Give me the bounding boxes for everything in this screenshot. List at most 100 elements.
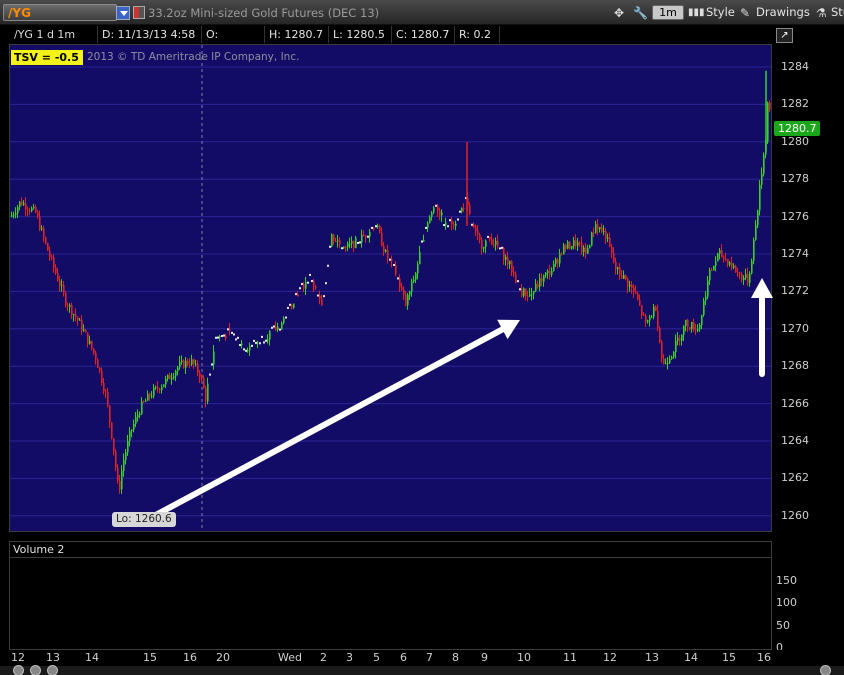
up-candle xyxy=(441,212,443,216)
down-candle xyxy=(193,359,195,365)
up-candle xyxy=(523,288,525,296)
up-candle xyxy=(713,265,715,271)
up-candle xyxy=(427,223,429,228)
up-candle xyxy=(171,377,173,380)
down-candle xyxy=(335,241,337,243)
down-candle xyxy=(339,240,341,245)
up-candle xyxy=(213,351,215,365)
down-candle xyxy=(157,386,159,389)
down-candle xyxy=(49,250,51,257)
down-candle xyxy=(77,317,79,321)
down-candle xyxy=(597,224,599,230)
flat-bar xyxy=(389,258,391,261)
down-candle xyxy=(81,319,83,331)
down-candle xyxy=(53,257,55,268)
flat-bar xyxy=(517,280,519,283)
down-candle xyxy=(721,250,723,258)
time-tick-label: 13 xyxy=(46,651,60,664)
up-candle xyxy=(349,243,351,245)
up-candle xyxy=(33,206,35,209)
time-axis[interactable]: 12 13 14 15 16 20 Wed 2 3 5 6 7 8 9 10 11 12 13 14 15 16 xyxy=(0,650,844,666)
up-candle xyxy=(249,345,251,351)
up-candle xyxy=(343,246,345,249)
down-candle xyxy=(29,210,31,212)
down-candle xyxy=(183,360,185,368)
down-candle xyxy=(97,359,99,368)
up-candle xyxy=(89,341,91,344)
down-candle xyxy=(199,372,201,378)
up-candle xyxy=(607,237,609,240)
down-candle xyxy=(695,329,697,331)
down-candle xyxy=(521,289,523,296)
flat-bar xyxy=(273,325,275,328)
up-candle xyxy=(709,269,711,281)
flat-bar xyxy=(261,335,263,338)
up-candle xyxy=(683,325,685,335)
down-candle xyxy=(473,224,475,228)
up-candle xyxy=(411,281,413,292)
up-candle xyxy=(337,240,339,242)
volume-chart[interactable] xyxy=(9,558,772,650)
flat-bar xyxy=(519,288,521,291)
zoom-in-icon[interactable] xyxy=(30,665,41,675)
up-candle xyxy=(673,352,675,357)
down-candle xyxy=(747,273,749,283)
up-candle xyxy=(135,417,137,424)
flat-bar xyxy=(371,226,373,229)
down-candle xyxy=(35,206,37,213)
down-candle xyxy=(731,262,733,268)
up-candle xyxy=(257,342,259,344)
down-candle xyxy=(205,387,207,402)
up-candle xyxy=(17,206,19,214)
up-candle xyxy=(181,360,183,363)
down-candle xyxy=(463,208,465,210)
volume-tick-label: 50 xyxy=(776,618,790,632)
flat-bar xyxy=(357,241,359,244)
flat-bar xyxy=(227,328,229,331)
zoom-out-icon[interactable] xyxy=(13,665,24,675)
up-candle xyxy=(699,325,701,329)
up-candle xyxy=(445,222,447,226)
down-candle xyxy=(575,240,577,246)
down-candle xyxy=(321,298,323,306)
down-candle xyxy=(399,278,401,288)
up-candle xyxy=(69,305,71,307)
up-candle xyxy=(83,329,85,331)
down-candle xyxy=(627,278,629,287)
down-candle xyxy=(401,287,403,290)
down-candle xyxy=(613,252,615,262)
up-candle xyxy=(577,242,579,246)
settings-icon[interactable] xyxy=(820,665,831,675)
flat-bar xyxy=(329,245,331,248)
down-candle xyxy=(169,375,171,380)
up-candle xyxy=(409,291,411,295)
up-candle xyxy=(141,401,143,414)
down-candle xyxy=(493,244,495,246)
down-candle xyxy=(481,240,483,249)
up-candle xyxy=(717,253,719,262)
down-candle xyxy=(639,299,641,306)
down-candle xyxy=(25,203,27,210)
down-candle xyxy=(489,236,491,240)
flat-bar xyxy=(309,273,311,276)
up-candle xyxy=(417,264,419,274)
up-candle xyxy=(351,241,353,244)
up-candle xyxy=(455,223,457,227)
flat-bar xyxy=(375,225,377,228)
down-candle xyxy=(741,274,743,280)
flat-bar xyxy=(295,293,297,296)
reset-zoom-icon[interactable] xyxy=(47,665,58,675)
up-candle xyxy=(759,184,761,211)
up-candle xyxy=(15,213,17,215)
up-candle xyxy=(11,215,13,217)
down-candle xyxy=(593,232,595,234)
flat-bar xyxy=(323,295,325,298)
down-candle xyxy=(513,272,515,274)
down-candle xyxy=(605,231,607,240)
down-candle xyxy=(37,212,39,217)
up-candle xyxy=(667,362,669,364)
up-candle xyxy=(603,231,605,233)
up-candle xyxy=(165,378,167,385)
up-candle xyxy=(539,278,541,288)
up-candle xyxy=(163,384,165,387)
